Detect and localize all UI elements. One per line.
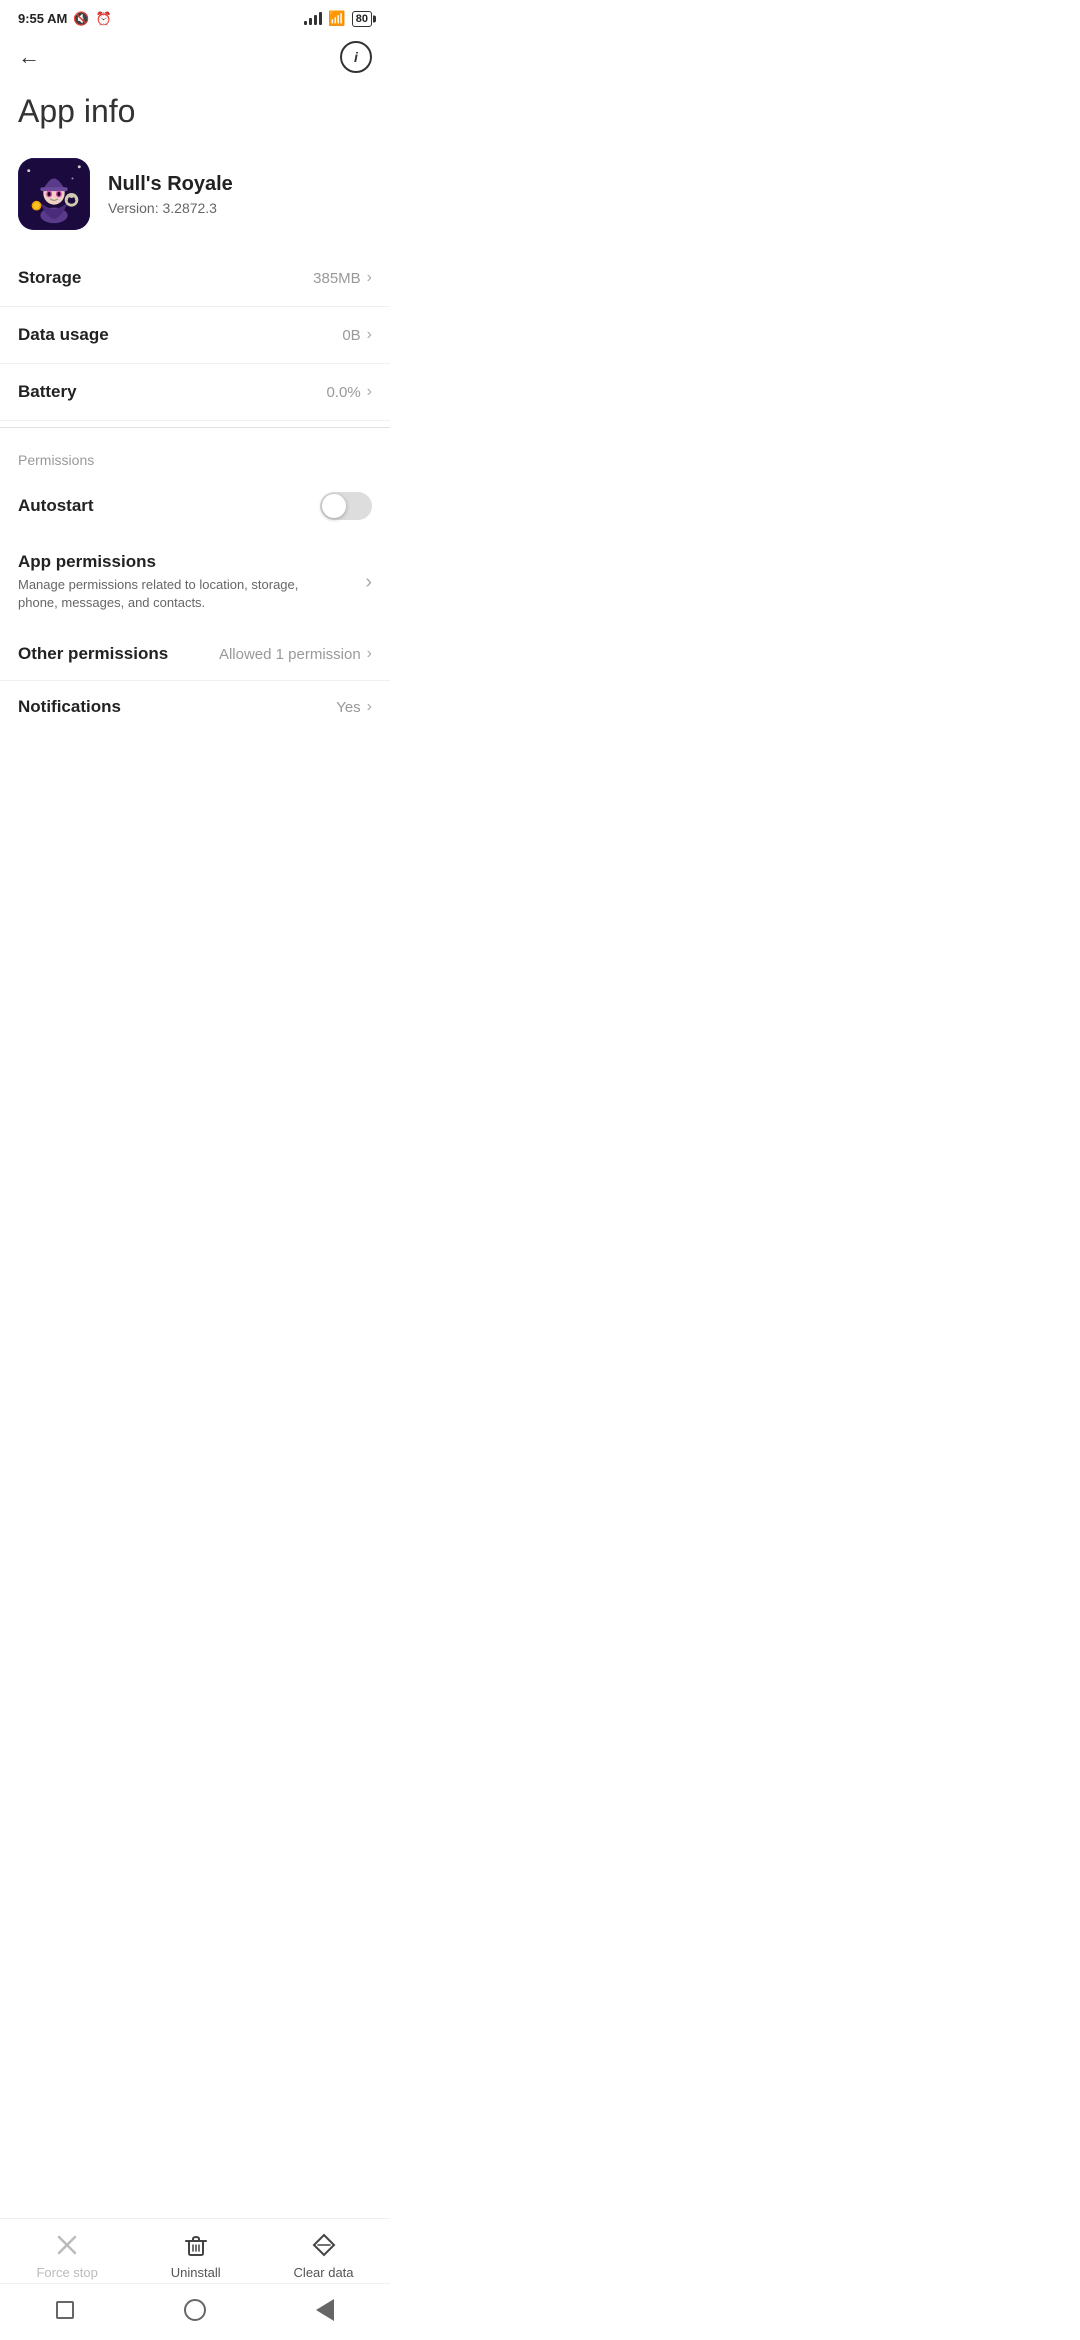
data-usage-row[interactable]: Data usage 0B › <box>0 307 390 364</box>
other-permissions-label: Other permissions <box>18 644 168 664</box>
app-icon <box>18 158 90 230</box>
notifications-value: Yes › <box>336 698 372 716</box>
battery-label: Battery <box>18 382 77 402</box>
status-bar: 9:55 AM 🔇 ⏰ 📶 80 <box>0 0 390 33</box>
data-usage-chevron-icon: › <box>367 326 372 344</box>
notifications-row[interactable]: Notifications Yes › <box>0 680 390 733</box>
clear-data-button[interactable]: Clear data <box>294 2231 354 2280</box>
force-stop-icon <box>53 2231 81 2259</box>
clear-data-label: Clear data <box>294 2265 354 2280</box>
nav-triangle-icon <box>316 2299 334 2321</box>
other-permissions-row[interactable]: Other permissions Allowed 1 permission › <box>0 628 390 680</box>
alarm-icon: ⏰ <box>96 11 112 27</box>
clear-data-icon <box>310 2231 338 2259</box>
uninstall-label: Uninstall <box>171 2265 221 2280</box>
storage-label: Storage <box>18 268 81 288</box>
uninstall-button[interactable]: Uninstall <box>171 2231 221 2280</box>
autostart-row[interactable]: Autostart <box>0 476 390 536</box>
permissions-header: Permissions <box>0 434 390 476</box>
battery-chevron-icon: › <box>367 383 372 401</box>
battery-row[interactable]: Battery 0.0% › <box>0 364 390 421</box>
nav-square-icon <box>56 2301 74 2319</box>
nav-bar <box>0 2283 390 2340</box>
storage-row[interactable]: Storage 385MB › <box>0 250 390 307</box>
divider <box>0 427 390 428</box>
nav-circle-icon <box>184 2299 206 2321</box>
status-right: 📶 80 <box>304 10 372 27</box>
storage-value: 385MB › <box>313 269 372 287</box>
app-info-card: Null's Royale Version: 3.2872.3 <box>0 148 390 250</box>
nav-back-button[interactable] <box>307 2292 343 2328</box>
bottom-action-bar: Force stop Uninstall Clear data <box>0 2218 390 2290</box>
wifi-icon: 📶 <box>328 10 345 27</box>
data-usage-value: 0B › <box>342 326 372 344</box>
app-permissions-description: Manage permissions related to location, … <box>18 576 318 612</box>
app-text-info: Null's Royale Version: 3.2872.3 <box>108 173 233 216</box>
top-nav: ← i <box>0 33 390 81</box>
info-button[interactable]: i <box>340 41 372 73</box>
other-permissions-chevron-icon: › <box>367 645 372 663</box>
storage-chevron-icon: › <box>367 269 372 287</box>
force-stop-label: Force stop <box>36 2265 97 2280</box>
data-usage-label: Data usage <box>18 325 109 345</box>
battery-value: 0.0% › <box>326 383 372 401</box>
app-icon-svg <box>19 159 89 229</box>
autostart-toggle[interactable] <box>320 492 372 520</box>
notifications-chevron-icon: › <box>367 698 372 716</box>
app-permissions-chevron-icon: › <box>365 571 372 594</box>
page-title: App info <box>0 81 390 148</box>
autostart-label: Autostart <box>18 496 94 516</box>
force-stop-button[interactable]: Force stop <box>36 2231 97 2280</box>
status-left: 9:55 AM 🔇 ⏰ <box>18 11 112 27</box>
app-permissions-title: App permissions <box>18 552 318 572</box>
uninstall-icon <box>182 2231 210 2259</box>
battery-icon: 80 <box>352 11 372 27</box>
app-version: Version: 3.2872.3 <box>108 200 233 216</box>
status-time: 9:55 AM <box>18 11 67 26</box>
back-button[interactable]: ← <box>18 44 40 70</box>
nav-home-button[interactable] <box>177 2292 213 2328</box>
app-permissions-row[interactable]: App permissions Manage permissions relat… <box>0 536 390 628</box>
notifications-label: Notifications <box>18 697 121 717</box>
mute-icon: 🔇 <box>73 11 89 27</box>
app-name: Null's Royale <box>108 173 233 196</box>
app-permissions-text: App permissions Manage permissions relat… <box>18 552 318 612</box>
bottom-spacer <box>0 733 390 853</box>
nav-square-button[interactable] <box>47 2292 83 2328</box>
toggle-knob <box>322 494 346 518</box>
other-permissions-value: Allowed 1 permission › <box>219 645 372 663</box>
signal-bars-icon <box>304 12 322 25</box>
